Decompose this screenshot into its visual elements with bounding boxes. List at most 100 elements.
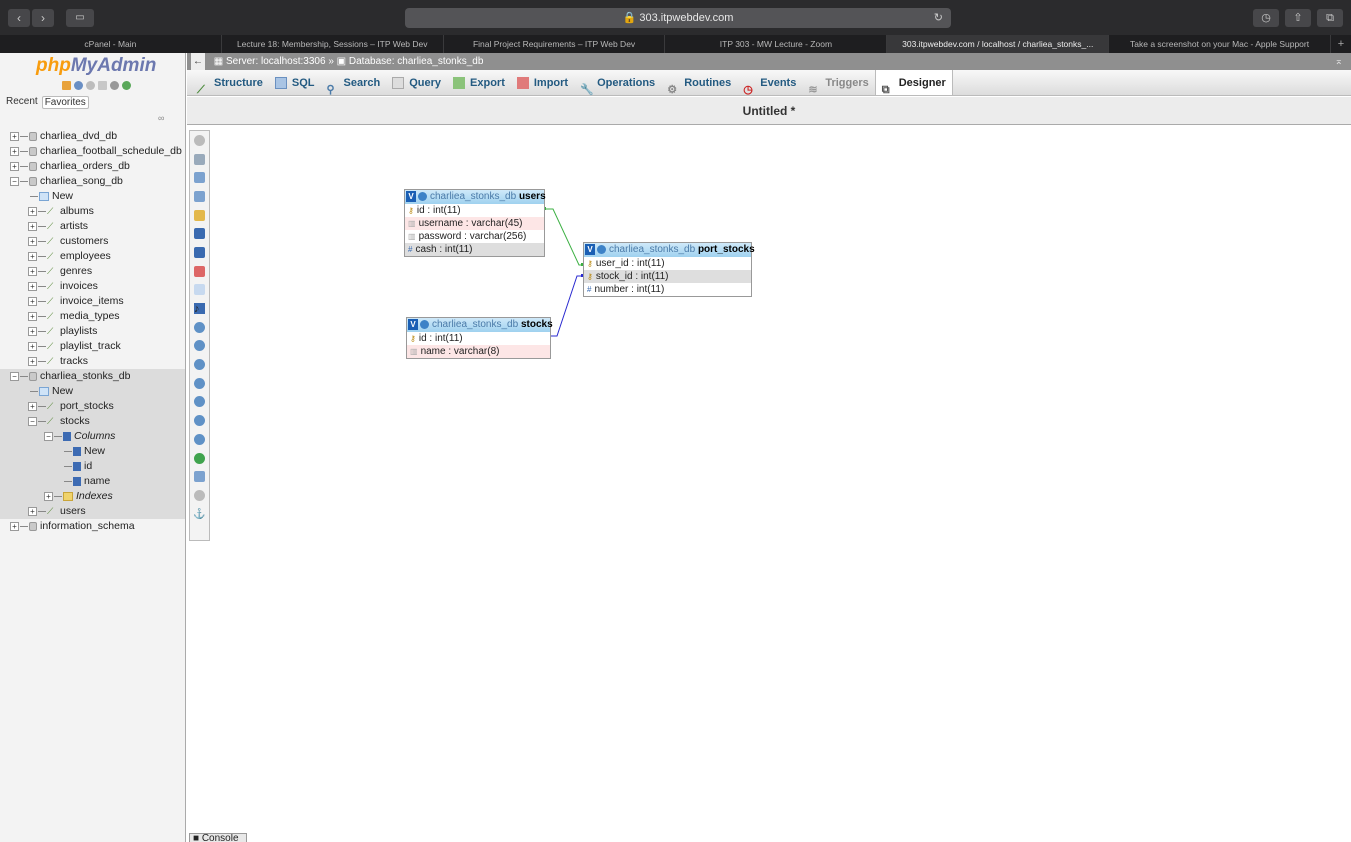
fullscreen-icon[interactable]	[190, 150, 209, 169]
link-icon[interactable]: ∞	[158, 113, 164, 123]
expand-icon[interactable]: +	[10, 131, 19, 141]
tree-new-column[interactable]: New	[0, 444, 185, 459]
tree-db[interactable]: − charliea_song_db	[0, 174, 185, 189]
tab-routines[interactable]: ⚙ Routines	[661, 70, 737, 96]
expand-icon[interactable]: +	[10, 521, 19, 531]
save-as-icon[interactable]	[190, 243, 209, 262]
tree-db[interactable]: + charliea_football_schedule_db	[0, 144, 185, 159]
angular-links-icon[interactable]	[190, 374, 209, 393]
expand-icon[interactable]: +	[28, 206, 37, 216]
expand-icon[interactable]: +	[28, 506, 37, 516]
designer-table-users[interactable]: Vcharliea_stonks_db users ⚷ id : int(11) …	[404, 189, 546, 257]
table-column-row[interactable]: ▥ username : varchar(45)	[405, 217, 544, 230]
help-icon[interactable]	[190, 355, 209, 374]
tree-table[interactable]: + ⟋ artists	[0, 219, 185, 234]
tree-table[interactable]: + ⟋ playlists	[0, 324, 185, 339]
expand-icon[interactable]: +	[28, 251, 37, 261]
table-column-row[interactable]: ⚷ id : int(11)	[407, 332, 550, 345]
tree-table[interactable]: + ⟋ invoices	[0, 279, 185, 294]
table-options-icon[interactable]	[597, 244, 606, 254]
expand-icon[interactable]: +	[44, 491, 53, 501]
tree-table[interactable]: + ⟋ customers	[0, 234, 185, 249]
tree-table[interactable]: + ⟋ port_stocks	[0, 399, 185, 414]
back-icon[interactable]: ‹	[8, 9, 30, 27]
new-tab-icon[interactable]: +	[1331, 35, 1351, 53]
export-schema-icon[interactable]	[190, 449, 209, 468]
browser-tab[interactable]: ITP 303 - MW Lecture - Zoom	[665, 35, 888, 53]
toggle-table-icon[interactable]: V	[585, 244, 595, 255]
expand-icon[interactable]: +	[28, 311, 37, 321]
show-hide-left-menu-icon[interactable]	[190, 131, 209, 150]
tree-db[interactable]: + charliea_dvd_db	[0, 129, 185, 144]
tab-search[interactable]: ⚲ Search	[321, 70, 387, 96]
tab-export[interactable]: Export	[447, 70, 511, 95]
sidebar-toggle-icon[interactable]: ▭	[66, 9, 94, 27]
history-icon[interactable]: ◷	[1253, 9, 1279, 27]
table-column-row[interactable]: ⚷ user_id : int(11)	[584, 257, 751, 270]
expand-icon[interactable]: +	[28, 221, 37, 231]
new-page-icon[interactable]	[190, 187, 209, 206]
display-field-icon[interactable]	[190, 318, 209, 337]
browser-tab[interactable]: Final Project Requirements – ITP Web Dev	[444, 35, 666, 53]
small-big-all-icon[interactable]	[190, 411, 209, 430]
expand-icon[interactable]: +	[28, 296, 37, 306]
save-icon[interactable]	[190, 224, 209, 243]
tree-new[interactable]: New	[0, 189, 185, 204]
tree-table[interactable]: + ⟋ employees	[0, 249, 185, 264]
tab-operations[interactable]: 🔧 Operations	[574, 70, 661, 96]
toggle-table-icon[interactable]: V	[406, 191, 416, 202]
snap-to-grid-icon[interactable]	[190, 393, 209, 412]
breadcrumb-database[interactable]: Database: charliea_stonks_db	[349, 56, 484, 67]
expand-icon[interactable]: +	[28, 236, 37, 246]
tab-import[interactable]: Import	[511, 70, 574, 95]
delete-page-icon[interactable]	[190, 262, 209, 281]
tree-table[interactable]: + ⟋ media_types	[0, 309, 185, 324]
tree-table[interactable]: + ⟋ albums	[0, 204, 185, 219]
toggle-table-icon[interactable]: V	[408, 319, 418, 330]
table-column-row[interactable]: ⚷ stock_id : int(11)	[584, 270, 751, 283]
console-toggle[interactable]: ■ Console	[189, 833, 247, 842]
browser-tab[interactable]: cPanel - Main	[0, 35, 222, 53]
collapse-icon[interactable]: −	[10, 176, 19, 186]
tab-triggers[interactable]: ≋ Triggers	[802, 70, 874, 96]
expand-icon[interactable]: +	[28, 356, 37, 366]
tab-sql[interactable]: SQL	[269, 70, 321, 95]
browser-tab-active[interactable]: 303.itpwebdev.com / localhost / charliea…	[887, 35, 1110, 53]
designer-table-stocks[interactable]: Vcharliea_stonks_db stocks ⚷ id : int(11)…	[406, 317, 553, 359]
share-icon[interactable]: ⇧	[1285, 9, 1311, 27]
table-header[interactable]: Vcharliea_stonks_db port_stocks	[584, 243, 755, 257]
favorites-tab[interactable]: Favorites	[41, 96, 89, 109]
docs-icon[interactable]	[98, 81, 107, 90]
table-column-row[interactable]: # number : int(11)	[584, 283, 751, 296]
tree-db[interactable]: + charliea_orders_db	[0, 159, 185, 174]
table-column-row[interactable]: ▥ password : varchar(256)	[405, 230, 544, 243]
reload-icon[interactable]: ↻	[934, 8, 943, 28]
tab-query[interactable]: Query	[386, 70, 447, 95]
tab-designer[interactable]: ⧉ Designer	[874, 70, 953, 96]
tree-columns[interactable]: − Columns	[0, 429, 185, 444]
tree-table[interactable]: + ⟋ tracks	[0, 354, 185, 369]
toggle-small-big-icon[interactable]	[190, 430, 209, 449]
create-relationship-icon[interactable]: ♪	[190, 299, 209, 318]
collapse-icon[interactable]: −	[28, 416, 37, 426]
tree-column[interactable]: id	[0, 459, 185, 474]
expand-icon[interactable]: +	[28, 266, 37, 276]
table-column-row[interactable]: ▥ name : varchar(8)	[407, 345, 550, 358]
reload-nav-icon[interactable]	[122, 81, 131, 90]
table-options-icon[interactable]	[418, 191, 427, 201]
collapse-icon[interactable]: −	[10, 371, 19, 381]
pin-text-icon[interactable]: ⚓	[190, 505, 209, 524]
settings-icon[interactable]	[110, 81, 119, 90]
tab-structure[interactable]: ⟋ Structure	[191, 70, 269, 96]
tree-new[interactable]: New	[0, 384, 185, 399]
add-tables-icon[interactable]	[190, 168, 209, 187]
expand-icon[interactable]: +	[28, 281, 37, 291]
open-page-icon[interactable]	[190, 206, 209, 225]
create-table-icon[interactable]	[190, 281, 209, 300]
expand-icon[interactable]: +	[28, 326, 37, 336]
expand-icon[interactable]: +	[28, 341, 37, 351]
reload-icon[interactable]	[190, 337, 209, 356]
tab-events[interactable]: ◷ Events	[737, 70, 802, 96]
breadcrumb-server[interactable]: Server: localhost:3306	[226, 56, 326, 67]
browser-tab[interactable]: Lecture 18: Membership, Sessions – ITP W…	[222, 35, 444, 53]
